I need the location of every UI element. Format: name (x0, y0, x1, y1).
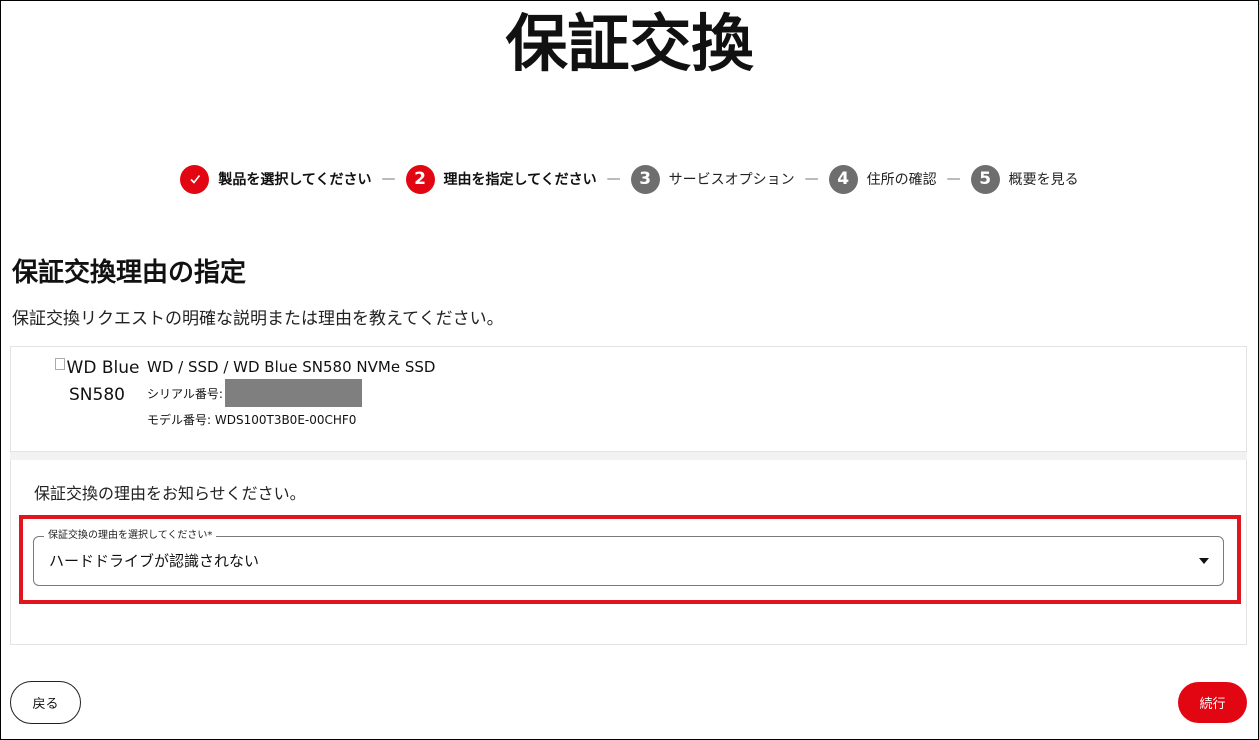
step-separator: — (804, 171, 819, 187)
step-separator: — (381, 171, 396, 187)
broken-image-icon (54, 358, 65, 370)
page-title: 保証交換 (505, 7, 754, 80)
step-select-product[interactable]: 製品を選択してください (180, 164, 372, 194)
product-image-alt-line2: SN580 (69, 385, 125, 405)
step-4-label: 住所の確認 (866, 172, 937, 188)
reason-select[interactable]: 保証交換の理由を選択してください* ハードドライブが認識されない (33, 529, 1224, 586)
step-service-option: 3 サービスオプション (630, 164, 795, 194)
product-image: WD Blue SN580 (37, 355, 157, 409)
card-divider (10, 452, 1247, 460)
product-name: WD / SSD / WD Blue SN580 NVMe SSD (147, 358, 436, 376)
progress-stepper: 製品を選択してください — 2 理由を指定してください — 3 サービスオプショ… (0, 162, 1259, 196)
serial-number-redacted (224, 379, 362, 407)
step-specify-reason: 2 理由を指定してください (405, 164, 597, 194)
step-separator: — (606, 171, 621, 187)
reason-question: 保証交換の理由をお知らせください。 (34, 484, 306, 503)
model-number: モデル番号: WDS100T3B0E-00CHF0 (147, 413, 357, 427)
product-image-alt-line1: WD Blue (66, 358, 140, 378)
section-description: 保証交換リクエストの明確な説明または理由を教えてください。 (12, 309, 504, 329)
step-3-label: サービスオプション (668, 172, 795, 188)
continue-button[interactable]: 続行 (1178, 682, 1247, 723)
reason-select-value: ハードドライブが認識されない (49, 552, 260, 570)
step-confirm-address: 4 住所の確認 (828, 164, 937, 194)
step-review-summary: 5 概要を見る (970, 164, 1079, 194)
product-card: WD Blue SN580 WD / SSD / WD Blue SN580 N… (10, 346, 1247, 452)
step-separator: — (946, 171, 961, 187)
step-2-label: 理由を指定してください (443, 172, 597, 188)
step-1-check-icon (180, 164, 210, 194)
reason-select-label: 保証交換の理由を選択してください* (44, 529, 217, 543)
checkmark-icon (190, 175, 200, 184)
step-5-number: 5 (970, 164, 1000, 194)
section-title: 保証交換理由の指定 (12, 258, 247, 288)
back-button[interactable]: 戻る (10, 681, 81, 724)
serial-number-label: シリアル番号: (147, 386, 223, 401)
serial-number-row: シリアル番号: (147, 379, 362, 407)
step-2-number: 2 (405, 164, 435, 194)
dropdown-arrow-icon (1199, 558, 1209, 564)
step-1-label: 製品を選択してください (218, 172, 372, 188)
step-3-number: 3 (630, 164, 660, 194)
step-4-number: 4 (828, 164, 858, 194)
step-5-label: 概要を見る (1008, 172, 1079, 188)
